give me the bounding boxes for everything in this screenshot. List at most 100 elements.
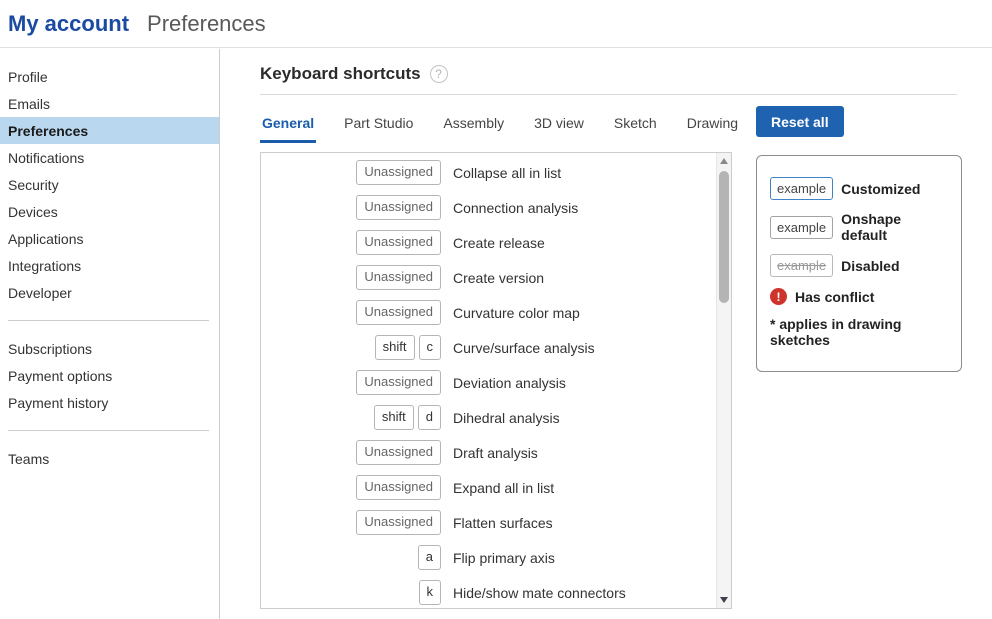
shortcut-row[interactable]: Unassigned Create release [261,225,716,260]
shortcut-label: Expand all in list [453,480,554,496]
my-account-page: My account Preferences Profile Emails Pr… [0,0,992,48]
shortcut-key[interactable]: Unassigned [356,510,441,534]
sidebar-group-teams: Teams [0,445,219,472]
shortcut-key[interactable]: c [419,335,442,359]
shortcut-label: Create version [453,270,544,286]
shortcut-list-panel: Unassigned Collapse all in list Unassign… [260,152,732,609]
sidebar-item-label: Developer [8,285,72,301]
tab[interactable]: Assembly [441,109,506,143]
legend-label: Disabled [841,258,899,274]
shortcut-row[interactable]: Unassigned Expand all in list [261,470,716,505]
shortcut-label: Draft analysis [453,445,538,461]
shortcut-row[interactable]: Unassigned Curvature color map [261,295,716,330]
legend-item: example Disabled [770,254,948,277]
main-content: Keyboard shortcuts ? General Part Studio A… [221,49,992,619]
tab[interactable]: Sketch [612,109,659,143]
shortcut-row[interactable]: Unassigned Flatten surfaces [261,505,716,540]
legend-item: example Customized [770,177,948,200]
legend-item: Has conflict [770,288,948,305]
shortcut-keys: Unassigned [261,195,441,219]
sidebar-item[interactable]: Payment options [0,362,219,389]
shortcut-key[interactable]: a [418,545,441,569]
shortcut-row[interactable]: Unassigned Collapse all in list [261,155,716,190]
shortcut-key[interactable]: d [418,405,441,429]
shortcut-row[interactable]: Unassigned Deviation analysis [261,365,716,400]
sidebar-item[interactable]: Developer [0,279,219,306]
shortcut-key[interactable]: Unassigned [356,265,441,289]
shortcut-key[interactable]: shift [375,335,415,359]
legend-example-badge: example [770,177,833,200]
scrollbar[interactable] [716,153,731,608]
sidebar-item-label: Devices [8,204,58,220]
shortcut-keys: Unassigned [261,510,441,534]
tabs-row: General Part Studio Assembly 3D view Sketch D… [260,109,957,143]
shortcut-key[interactable]: Unassigned [356,440,441,464]
conflict-icon [770,288,787,305]
shortcut-key[interactable]: shift [374,405,414,429]
section-header: Keyboard shortcuts ? [260,64,992,84]
shortcut-keys: Unassigned [261,475,441,499]
shortcut-label: Flip primary axis [453,550,555,566]
shortcut-row[interactable]: Unassigned Create version [261,260,716,295]
tab[interactable]: Part Studio [342,109,415,143]
sidebar-item-label: Emails [8,96,50,112]
tab[interactable]: General [260,109,316,143]
tabs: General Part Studio Assembly 3D view Sketch D… [260,109,740,143]
shortcut-row[interactable]: shiftd Dihedral analysis [261,400,716,435]
shortcut-label: Deviation analysis [453,375,566,391]
legend-label: * applies in drawing sketches [770,316,948,348]
sidebar-item-label: Applications [8,231,84,247]
sidebar-item[interactable]: Emails [0,90,219,117]
shortcut-key[interactable]: Unassigned [356,300,441,324]
sidebar-item[interactable]: Profile [0,63,219,90]
shortcut-label: Connection analysis [453,200,578,216]
sidebar-item[interactable]: Notifications [0,144,219,171]
sidebar-divider [8,320,209,321]
sidebar-item[interactable]: Applications [0,225,219,252]
legend-example-badge: example [770,216,833,239]
shortcut-key[interactable]: Unassigned [356,160,441,184]
help-icon[interactable]: ? [430,65,448,83]
sidebar-group-billing: Subscriptions Payment options Payment hi… [0,335,219,416]
shortcut-key[interactable]: Unassigned [356,370,441,394]
sidebar-item[interactable]: Teams [0,445,219,472]
shortcut-keys: Unassigned [261,230,441,254]
sidebar-item[interactable]: Preferences [0,117,219,144]
scroll-up-arrow-icon[interactable] [717,153,731,169]
shortcut-keys: shiftd [261,405,441,429]
shortcut-key[interactable]: Unassigned [356,475,441,499]
sidebar-divider [8,430,209,431]
shortcut-key[interactable]: Unassigned [356,195,441,219]
sidebar-item-label: Integrations [8,258,81,274]
shortcut-keys: a [261,545,441,569]
sidebar-item[interactable]: Devices [0,198,219,225]
shortcut-keys: k [261,580,441,604]
shortcut-row[interactable]: Unassigned Connection analysis [261,190,716,225]
shortcut-keys: Unassigned [261,300,441,324]
sidebar-item[interactable]: Security [0,171,219,198]
sidebar-item-label: Subscriptions [8,341,92,357]
shortcut-row[interactable]: a Flip primary axis [261,540,716,575]
scrollbar-thumb[interactable] [719,171,729,303]
shortcut-key[interactable]: k [419,580,442,604]
legend-label: Has conflict [795,289,874,305]
sidebar: Profile Emails Preferences Notifications… [0,49,220,619]
shortcut-row[interactable]: Unassigned Draft analysis [261,435,716,470]
sidebar-item-label: Notifications [8,150,84,166]
shortcut-label: Curvature color map [453,305,580,321]
legend-item: * applies in drawing sketches [770,316,948,348]
shortcut-keys: shiftc [261,335,441,359]
legend-label: Customized [841,181,920,197]
shortcut-row[interactable]: k Hide/show mate connectors [261,575,716,608]
tab[interactable]: Drawing [685,109,740,143]
sidebar-item[interactable]: Payment history [0,389,219,416]
shortcut-row[interactable]: shiftc Curve/surface analysis [261,330,716,365]
sidebar-item[interactable]: Subscriptions [0,335,219,362]
section-divider [260,94,957,95]
tab[interactable]: 3D view [532,109,586,143]
page-header: My account Preferences [0,0,992,48]
scroll-down-arrow-icon[interactable] [717,592,731,608]
sidebar-item[interactable]: Integrations [0,252,219,279]
shortcut-key[interactable]: Unassigned [356,230,441,254]
reset-all-button[interactable]: Reset all [756,106,844,137]
